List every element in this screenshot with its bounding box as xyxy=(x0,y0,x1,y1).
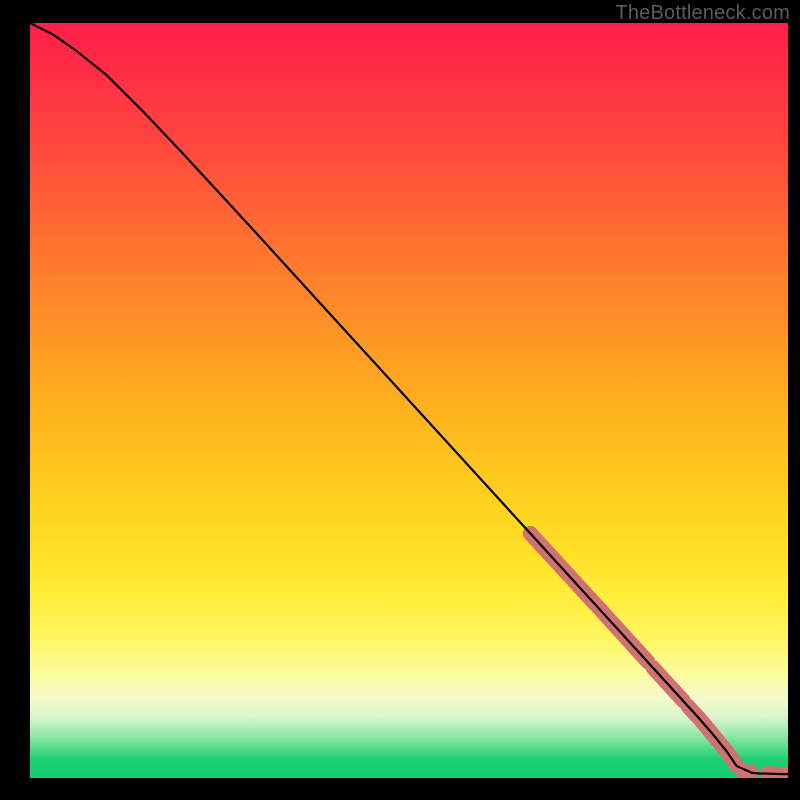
dot-cluster xyxy=(730,755,737,765)
dot-cluster xyxy=(597,606,648,662)
dot-cluster xyxy=(743,772,752,773)
dot-cluster xyxy=(530,533,594,603)
dot-cluster xyxy=(688,706,697,716)
dot-cluster-group xyxy=(530,533,788,774)
main-curve xyxy=(30,23,788,774)
plot-area xyxy=(30,23,788,778)
chart-stage: TheBottleneck.com xyxy=(0,0,800,800)
curve-layer xyxy=(30,23,788,778)
dot-cluster xyxy=(699,718,727,752)
dot-cluster xyxy=(653,668,683,701)
attribution-text: TheBottleneck.com xyxy=(615,2,790,25)
